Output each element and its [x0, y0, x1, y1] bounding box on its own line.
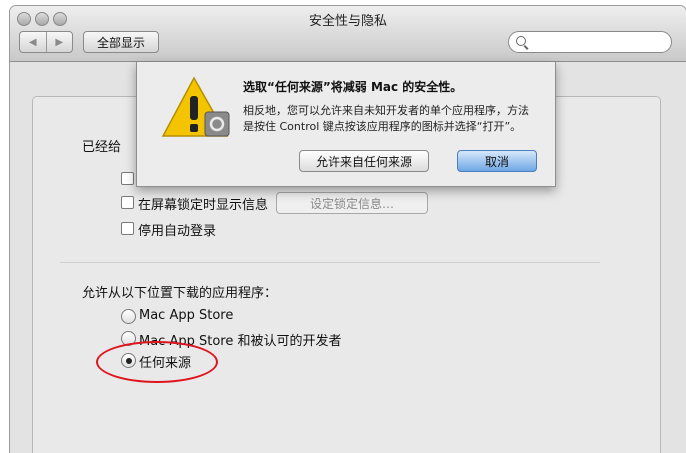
- general-section-label: 已经给: [82, 140, 122, 155]
- disable-autologin-label: 停用自动登录: [138, 224, 217, 239]
- search-icon: [516, 36, 526, 46]
- lock-message-checkbox[interactable]: [121, 196, 134, 209]
- allow-anywhere-button[interactable]: 允许来自任何来源: [299, 150, 429, 172]
- navigation-buttons: ◀ ▶: [19, 31, 73, 53]
- disable-autologin-checkbox[interactable]: [121, 222, 134, 235]
- show-all-button[interactable]: 全部显示: [83, 31, 159, 53]
- alert-title: 选取“任何来源”将减弱 Mac 的安全性。: [243, 80, 463, 94]
- title-bar: 安全性与隐私 ◀ ▶ 全部显示: [10, 6, 686, 62]
- radio-mac-app-store[interactable]: [121, 309, 136, 324]
- back-button[interactable]: ◀: [20, 32, 46, 52]
- search-input[interactable]: [508, 31, 672, 53]
- window-title: 安全性与隐私: [308, 14, 387, 29]
- warning-icon: [161, 76, 230, 137]
- option-mac-app-store-label: Mac App Store: [139, 308, 234, 323]
- download-heading: 允许从以下位置下载的应用程序：: [82, 286, 278, 301]
- alert-body-line1: 相反地，您可以允许来自未知开发者的单个应用程序，方法: [243, 104, 529, 117]
- alert-body-line2: 是按住 Control 键点按该应用程序的图标并选择“打开”。: [243, 120, 522, 133]
- set-lock-message-button[interactable]: 设定锁定信息…: [276, 192, 428, 214]
- cancel-button[interactable]: 取消: [457, 150, 537, 172]
- lock-message-label: 在屏幕锁定时显示信息: [138, 198, 269, 213]
- forward-button[interactable]: ▶: [45, 32, 73, 52]
- highlight-circle: [96, 341, 218, 383]
- require-password-checkbox[interactable]: [121, 172, 134, 185]
- section-divider: [60, 262, 600, 263]
- security-alert-sheet: 选取“任何来源”将减弱 Mac 的安全性。 相反地，您可以允许来自未知开发者的单…: [136, 62, 556, 187]
